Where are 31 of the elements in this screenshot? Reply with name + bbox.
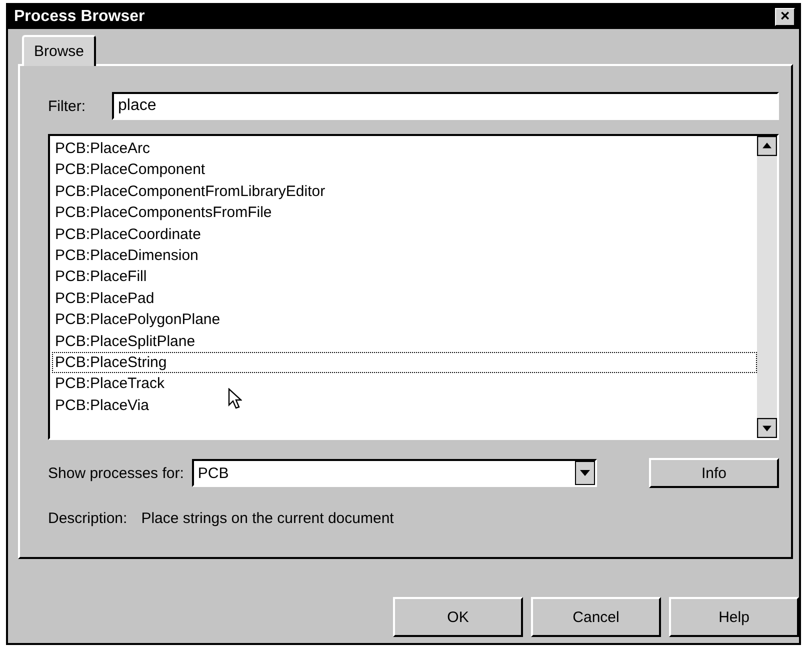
list-item[interactable]: PCB:PlaceComponentFromLibraryEditor	[52, 180, 757, 202]
window-title: Process Browser	[14, 8, 145, 26]
list-item[interactable]: PCB:PlaceSplitPlane	[52, 330, 757, 352]
dialog-button[interactable]: OK	[393, 597, 523, 637]
filter-label: Filter:	[48, 98, 86, 114]
description-label: Description:	[48, 510, 128, 527]
dialog-button[interactable]: Help	[669, 597, 799, 637]
list-item[interactable]: PCB:PlaceVia	[52, 394, 757, 416]
scroll-up-icon[interactable]	[757, 136, 777, 156]
list-item[interactable]: PCB:PlaceFill	[52, 266, 757, 288]
mouse-pointer-icon	[228, 388, 242, 410]
process-type-dropdown[interactable]: PCB	[192, 459, 597, 487]
scroll-down-icon[interactable]	[757, 418, 777, 438]
info-button[interactable]: Info	[649, 458, 779, 488]
list-item[interactable]: PCB:PlaceDimension	[52, 244, 757, 266]
close-button[interactable]: ×	[775, 8, 795, 26]
list-item[interactable]: PCB:PlacePad	[52, 288, 757, 310]
scrollbar[interactable]	[757, 136, 777, 438]
list-item[interactable]: PCB:PlacePolygonPlane	[52, 309, 757, 331]
filter-field[interactable]: place	[112, 92, 779, 120]
list-item[interactable]: PCB:PlaceCoordinate	[52, 224, 757, 245]
tab[interactable]: Browse	[22, 35, 96, 66]
list-item[interactable]: PCB:PlaceComponentsFromFile	[52, 202, 757, 224]
list-item[interactable]: PCB:PlaceString	[52, 352, 757, 374]
description-text: Place strings on the current document	[141, 510, 394, 527]
process-list[interactable]	[48, 134, 779, 440]
list-item[interactable]: PCB:PlaceArc	[52, 138, 757, 160]
dialog-button[interactable]: Cancel	[531, 597, 661, 637]
show-processes-label: Show processes for:	[48, 464, 184, 482]
list-item[interactable]: PCB:PlaceTrack	[52, 373, 757, 395]
list-item[interactable]: PCB:PlaceComponent	[52, 159, 757, 181]
